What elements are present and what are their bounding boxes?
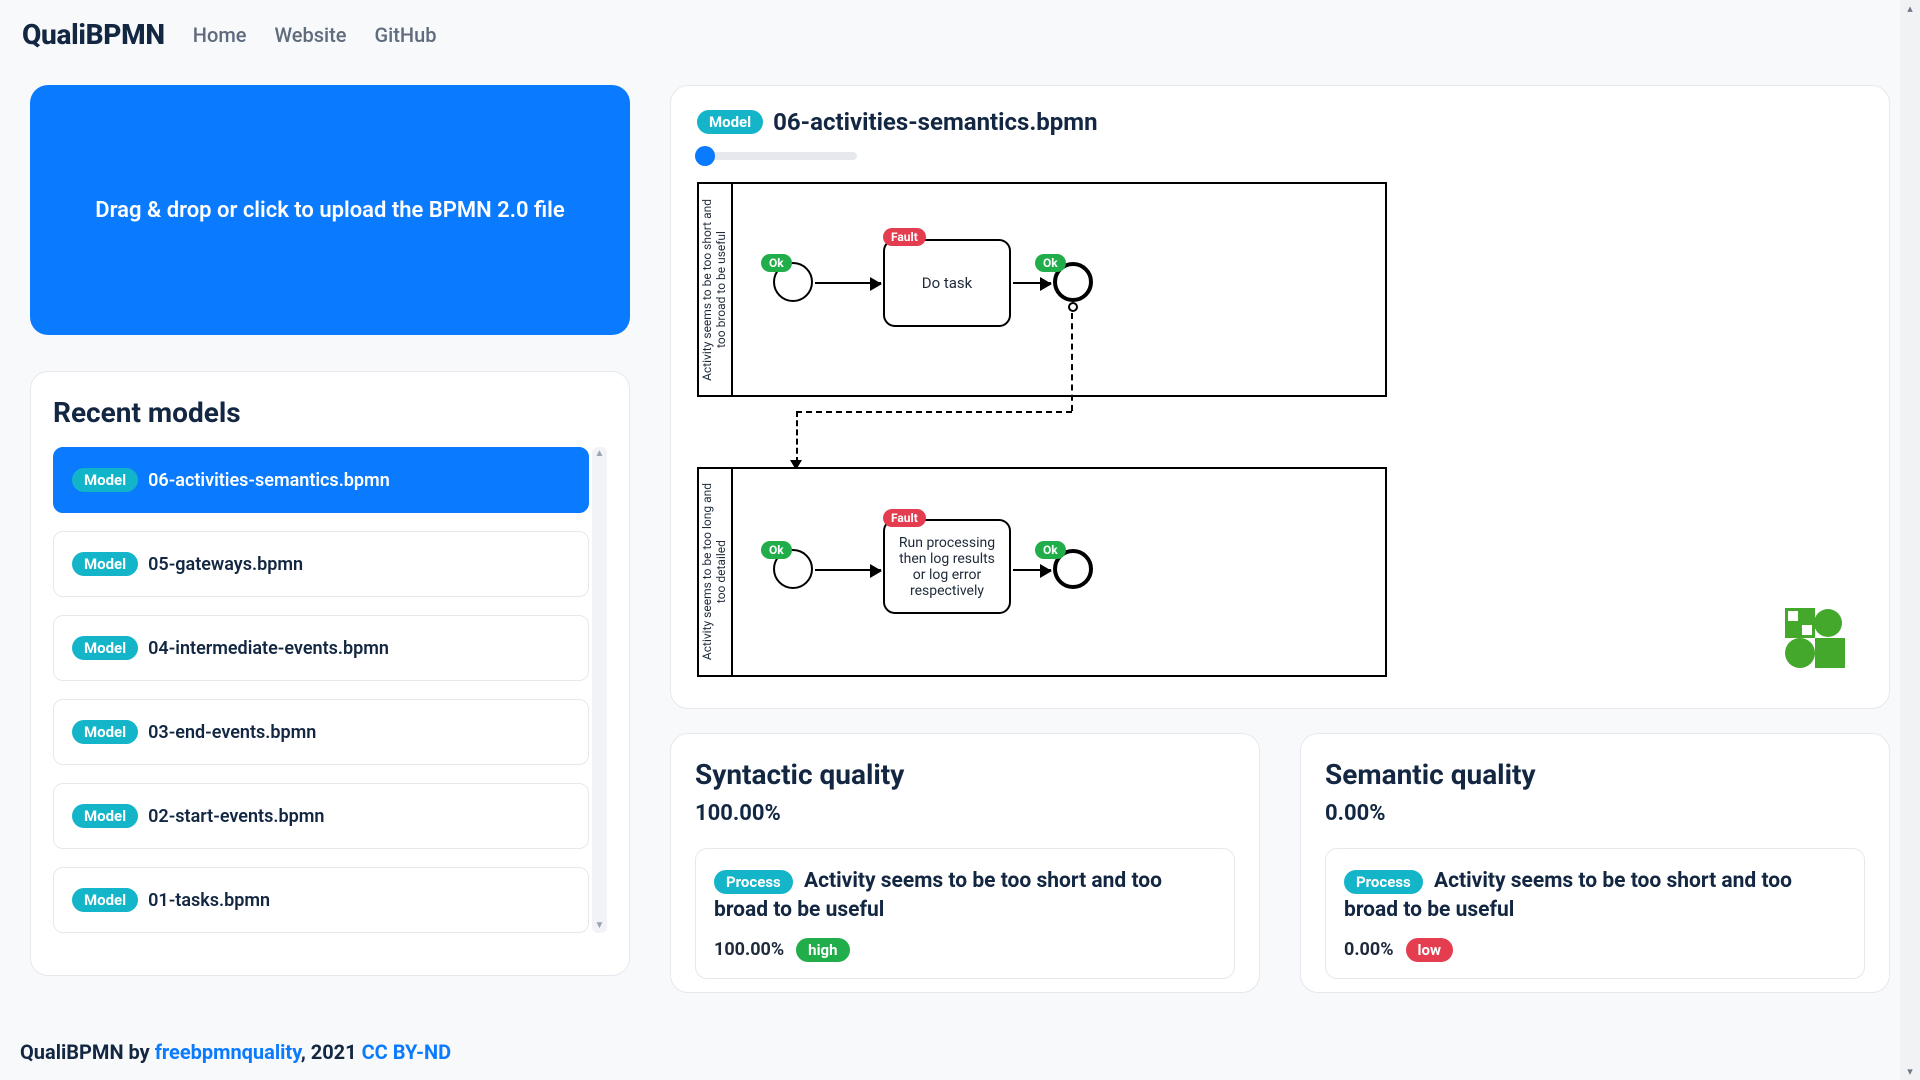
model-badge: Model [72, 636, 138, 660]
footer-author-link[interactable]: freebpmnquality [155, 1040, 301, 1064]
brand-logo[interactable]: QualiBPMN [22, 18, 165, 51]
model-name: 05-gateways.bpmn [148, 554, 303, 575]
bpmn-sequence-flow[interactable] [1013, 282, 1051, 284]
fault-badge: Fault [883, 509, 926, 527]
model-item[interactable]: Model 03-end-events.bpmn [53, 699, 589, 765]
model-item[interactable]: Model 01-tasks.bpmn [53, 867, 589, 933]
bpmn-task[interactable]: Do task [883, 239, 1011, 327]
pool-label: Activity seems to be too short and too b… [699, 184, 733, 395]
quality-item[interactable]: Process Activity seems to be too short a… [1325, 848, 1865, 979]
quality-item-pct: 100.00% [714, 939, 784, 960]
semantic-title: Semantic quality [1325, 758, 1865, 791]
quality-item-pct: 0.00% [1344, 939, 1394, 960]
model-name: 04-intermediate-events.bpmn [148, 638, 389, 659]
scroll-up-icon[interactable]: ▴ [1900, 2, 1920, 15]
model-viewer-card: Model 06-activities-semantics.bpmn Activ… [670, 85, 1890, 709]
model-name: 06-activities-semantics.bpmn [148, 470, 390, 491]
model-name: 03-end-events.bpmn [148, 722, 316, 743]
bpmn-sequence-flow[interactable] [815, 569, 881, 571]
model-badge: Model [72, 888, 138, 912]
recent-models-list: Model 06-activities-semantics.bpmn Model… [53, 447, 607, 933]
zoom-thumb[interactable] [695, 146, 715, 166]
recent-list-scrollbar[interactable]: ▲ ▼ [592, 447, 607, 933]
model-item[interactable]: Model 02-start-events.bpmn [53, 783, 589, 849]
high-badge: high [796, 938, 849, 962]
bpmn-pool[interactable]: Activity seems to be too long and too de… [697, 467, 1387, 677]
footer: QualiBPMN by freebpmnquality, 2021 CC BY… [20, 1040, 451, 1064]
model-item[interactable]: Model 05-gateways.bpmn [53, 531, 589, 597]
task-label: Do task [922, 274, 973, 292]
bpmn-message-flow[interactable] [796, 411, 798, 463]
recent-models-card: Recent models Model 06-activities-semant… [30, 371, 630, 976]
bpmn-sequence-flow[interactable] [815, 282, 881, 284]
model-badge: Model [697, 110, 763, 134]
ok-badge: Ok [1035, 254, 1066, 272]
navbar: QualiBPMN Home Website GitHub [0, 0, 1920, 65]
model-badge: Model [72, 720, 138, 744]
ok-badge: Ok [1035, 541, 1066, 559]
model-badge: Model [72, 468, 138, 492]
nav-home[interactable]: Home [193, 23, 247, 47]
bpmn-message-flow[interactable] [1071, 313, 1073, 411]
page-scrollbar[interactable]: ▴ ▾ [1900, 0, 1920, 1080]
viewer-filename: 06-activities-semantics.bpmn [773, 108, 1097, 136]
low-badge: low [1406, 938, 1453, 962]
bpmn-message-flow[interactable] [796, 411, 1072, 413]
model-badge: Model [72, 804, 138, 828]
nav-github[interactable]: GitHub [375, 23, 437, 47]
ok-badge: Ok [761, 541, 792, 559]
scroll-up-icon[interactable]: ▲ [592, 447, 607, 461]
scroll-down-icon[interactable]: ▼ [592, 919, 607, 933]
footer-license-link[interactable]: CC BY-ND [362, 1040, 452, 1064]
syntactic-quality-card: Syntactic quality 100.00% Process Activi… [670, 733, 1260, 993]
process-badge: Process [1344, 870, 1423, 894]
syntactic-pct: 100.00% [695, 801, 1235, 826]
model-name: 01-tasks.bpmn [148, 890, 270, 911]
semantic-pct: 0.00% [1325, 801, 1865, 826]
task-label: Run processing then log results or log e… [891, 535, 1003, 599]
bpmn-message-source [1068, 302, 1078, 312]
pool-label: Activity seems to be too long and too de… [699, 469, 733, 675]
model-item[interactable]: Model 04-intermediate-events.bpmn [53, 615, 589, 681]
bpmnio-logo-icon[interactable] [1785, 608, 1845, 668]
model-item[interactable]: Model 06-activities-semantics.bpmn [53, 447, 589, 513]
syntactic-title: Syntactic quality [695, 758, 1235, 791]
footer-mid: , 2021 [301, 1040, 362, 1064]
recent-models-title: Recent models [53, 396, 607, 429]
fault-badge: Fault [883, 228, 926, 246]
footer-prefix: QualiBPMN by [20, 1040, 155, 1064]
quality-item[interactable]: Process Activity seems to be too short a… [695, 848, 1235, 979]
process-badge: Process [714, 870, 793, 894]
zoom-slider[interactable] [697, 152, 857, 160]
bpmn-canvas[interactable]: Activity seems to be too short and too b… [697, 182, 1863, 682]
upload-label: Drag & drop or click to upload the BPMN … [95, 198, 564, 223]
model-badge: Model [72, 552, 138, 576]
nav-website[interactable]: Website [274, 23, 346, 47]
ok-badge: Ok [761, 254, 792, 272]
scroll-down-icon[interactable]: ▾ [1900, 1065, 1920, 1078]
semantic-quality-card: Semantic quality 0.00% Process Activity … [1300, 733, 1890, 993]
bpmn-task[interactable]: Run processing then log results or log e… [883, 519, 1011, 614]
bpmn-sequence-flow[interactable] [1013, 569, 1051, 571]
upload-dropzone[interactable]: Drag & drop or click to upload the BPMN … [30, 85, 630, 335]
model-name: 02-start-events.bpmn [148, 806, 324, 827]
bpmn-pool[interactable]: Activity seems to be too short and too b… [697, 182, 1387, 397]
